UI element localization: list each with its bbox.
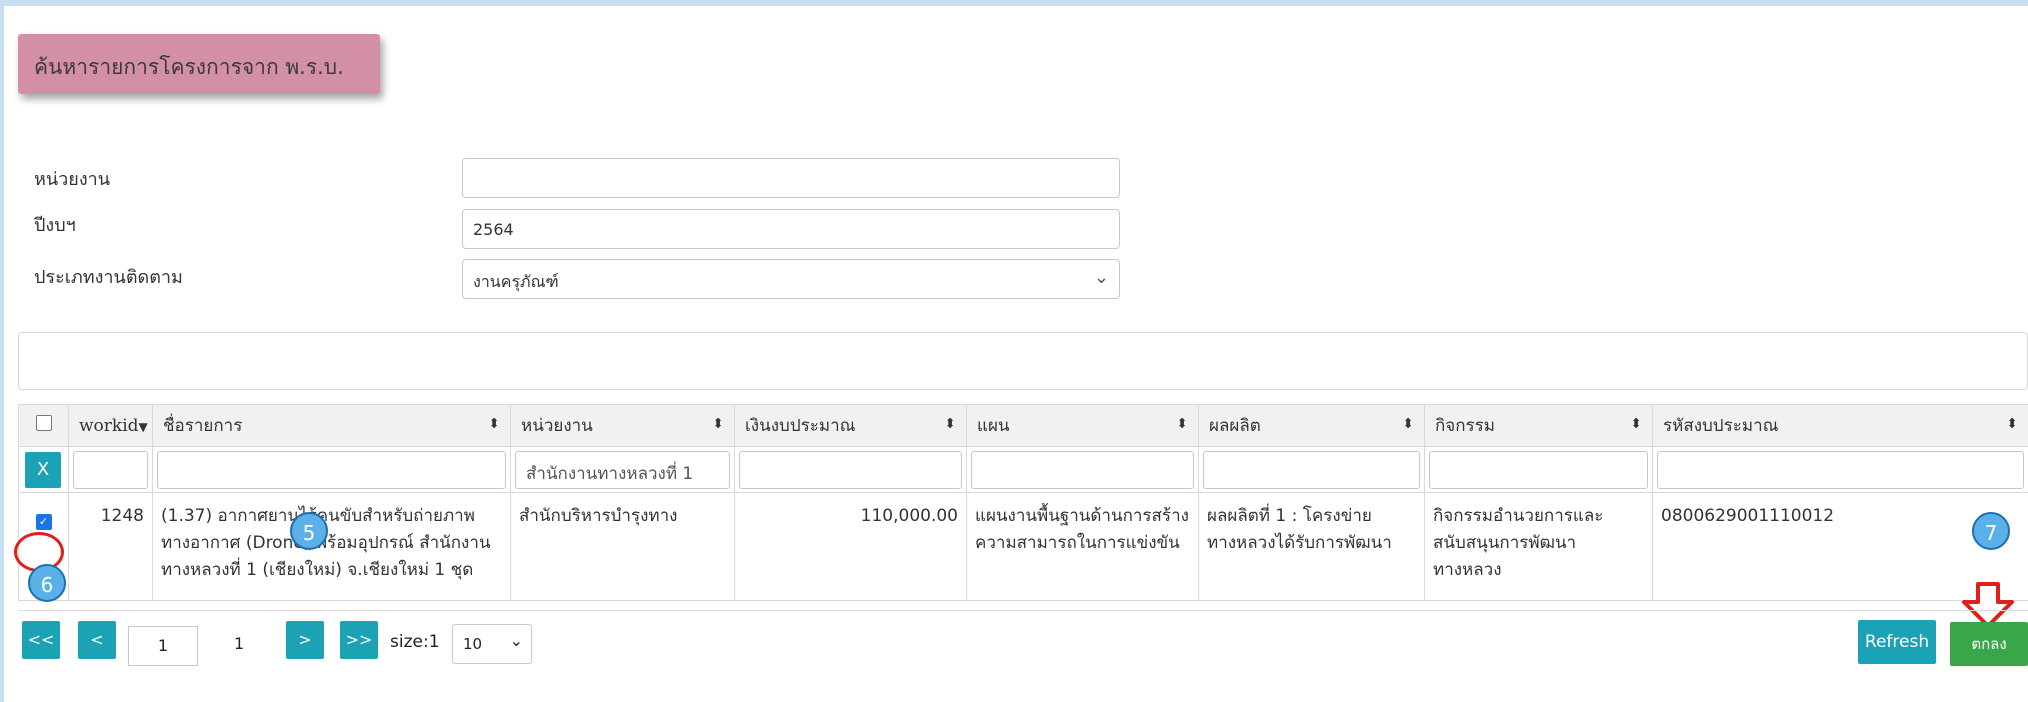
step-badge-6: 6: [28, 564, 66, 602]
tracking-type-label: ประเภทงานติดตาม: [34, 267, 183, 288]
select-all-header[interactable]: [18, 404, 69, 447]
window-left-border: [0, 0, 4, 702]
filter-output-input[interactable]: [1203, 450, 1420, 489]
chevron-down-icon: ⌄: [509, 631, 523, 650]
ok-button[interactable]: ตกลง: [1950, 622, 2028, 666]
cell-plan: แผนงานพื้นฐานด้านการสร้างความสามารถในการ…: [966, 492, 1199, 601]
header-output[interactable]: ผลผลิต ⬍: [1198, 404, 1425, 447]
header-budget[interactable]: เงินงบประมาณ ⬍: [734, 404, 967, 447]
cell-workid: 1248: [68, 492, 153, 601]
sort-icon: ⬍: [2006, 416, 2018, 432]
filter-cell: [1198, 446, 1425, 493]
filter-cell: [734, 446, 967, 493]
cell-agency: สำนักบริหารบำรุงทาง: [510, 492, 735, 601]
step-badge-5: 5: [290, 512, 328, 550]
header-activity[interactable]: กิจกรรม ⬍: [1424, 404, 1653, 447]
chevron-down-icon: ⌄: [1093, 267, 1109, 288]
fiscal-year-input[interactable]: 2564: [462, 209, 1120, 249]
select-all-checkbox[interactable]: [35, 415, 52, 431]
sort-desc-icon: ▼: [138, 419, 148, 434]
filter-budget-input[interactable]: [739, 450, 962, 489]
header-workid[interactable]: workid▼: [68, 404, 153, 447]
total-pages-text: 1: [234, 634, 245, 653]
tracking-type-value: งานครุภัณฑ์: [473, 272, 559, 291]
filter-workid-input[interactable]: [73, 450, 148, 489]
last-page-button[interactable]: >>: [340, 621, 378, 659]
sort-icon: ⬍: [1630, 416, 1642, 432]
first-page-button[interactable]: <<: [22, 621, 60, 659]
sort-icon: ⬍: [1176, 416, 1188, 432]
sort-icon: ⬍: [488, 416, 500, 432]
agency-label: หน่วยงาน: [34, 169, 111, 190]
filter-activity-input[interactable]: [1429, 450, 1648, 489]
page-title-card: ค้นหารายการโครงการจาก พ.ร.บ.: [18, 34, 380, 94]
cell-activity: กิจกรรมอำนวยการและสนับสนุนการพัฒนาทางหลว…: [1424, 492, 1653, 601]
tracking-type-select[interactable]: งานครุภัณฑ์ ⌄: [462, 259, 1120, 299]
cell-budget: 110,000.00: [734, 492, 967, 601]
filter-budget-code-input[interactable]: [1657, 450, 2024, 489]
page-size-value: 10: [463, 635, 483, 653]
sort-icon: ⬍: [1402, 416, 1414, 432]
sort-icon: ⬍: [712, 416, 724, 432]
page-title: ค้นหารายการโครงการจาก พ.ร.บ.: [34, 55, 344, 79]
header-plan[interactable]: แผน ⬍: [966, 404, 1199, 447]
filter-cell: สำนักงานทางหลวงที่ 1: [510, 446, 735, 493]
sort-icon: ⬍: [944, 416, 956, 432]
cell-output: ผลผลิตที่ 1 : โครงข่ายทางหลวงได้รับการพั…: [1198, 492, 1425, 601]
page-size-select[interactable]: 10 ⌄: [452, 624, 532, 664]
window-top-border: [0, 0, 2028, 6]
filter-clear-cell: X: [18, 446, 69, 493]
fiscal-year-label: ปีงบฯ: [34, 215, 76, 236]
prev-page-button[interactable]: <: [78, 621, 116, 659]
empty-panel: [18, 332, 2028, 390]
filter-row: X สำนักงานทางหลวงที่ 1: [18, 446, 2028, 493]
filter-cell: [1424, 446, 1653, 493]
agency-input[interactable]: [462, 158, 1120, 198]
next-page-button[interactable]: >: [286, 621, 324, 659]
header-name[interactable]: ชื่อรายการ ⬍: [152, 404, 511, 447]
filter-cell: [966, 446, 1199, 493]
footer-divider: [18, 610, 2028, 611]
filter-agency-input[interactable]: สำนักงานทางหลวงที่ 1: [515, 450, 730, 489]
header-budget-code[interactable]: รหัสงบประมาณ ⬍: [1652, 404, 2028, 447]
step-badge-7: 7: [1972, 512, 2010, 550]
filter-name-input[interactable]: [157, 450, 506, 489]
filter-cell: [152, 446, 511, 493]
clear-filters-button[interactable]: X: [25, 451, 61, 488]
refresh-button[interactable]: Refresh: [1858, 620, 1936, 664]
row-checkbox[interactable]: ✓: [35, 514, 52, 530]
header-agency[interactable]: หน่วยงาน ⬍: [510, 404, 735, 447]
results-table: workid▼ ชื่อรายการ ⬍ หน่วยงาน ⬍ เงินงบประม…: [18, 404, 2028, 601]
page-number-input[interactable]: 1: [128, 626, 198, 666]
filter-cell: [1652, 446, 2028, 493]
filter-plan-input[interactable]: [971, 450, 1194, 489]
page-size-label: size:1: [390, 632, 440, 652]
table-header-row: workid▼ ชื่อรายการ ⬍ หน่วยงาน ⬍ เงินงบประม…: [18, 404, 2028, 447]
cell-name: (1.37) อากาศยานไร้คนขับสำหรับถ่ายภาพทางอ…: [152, 492, 511, 601]
filter-cell: [68, 446, 153, 493]
